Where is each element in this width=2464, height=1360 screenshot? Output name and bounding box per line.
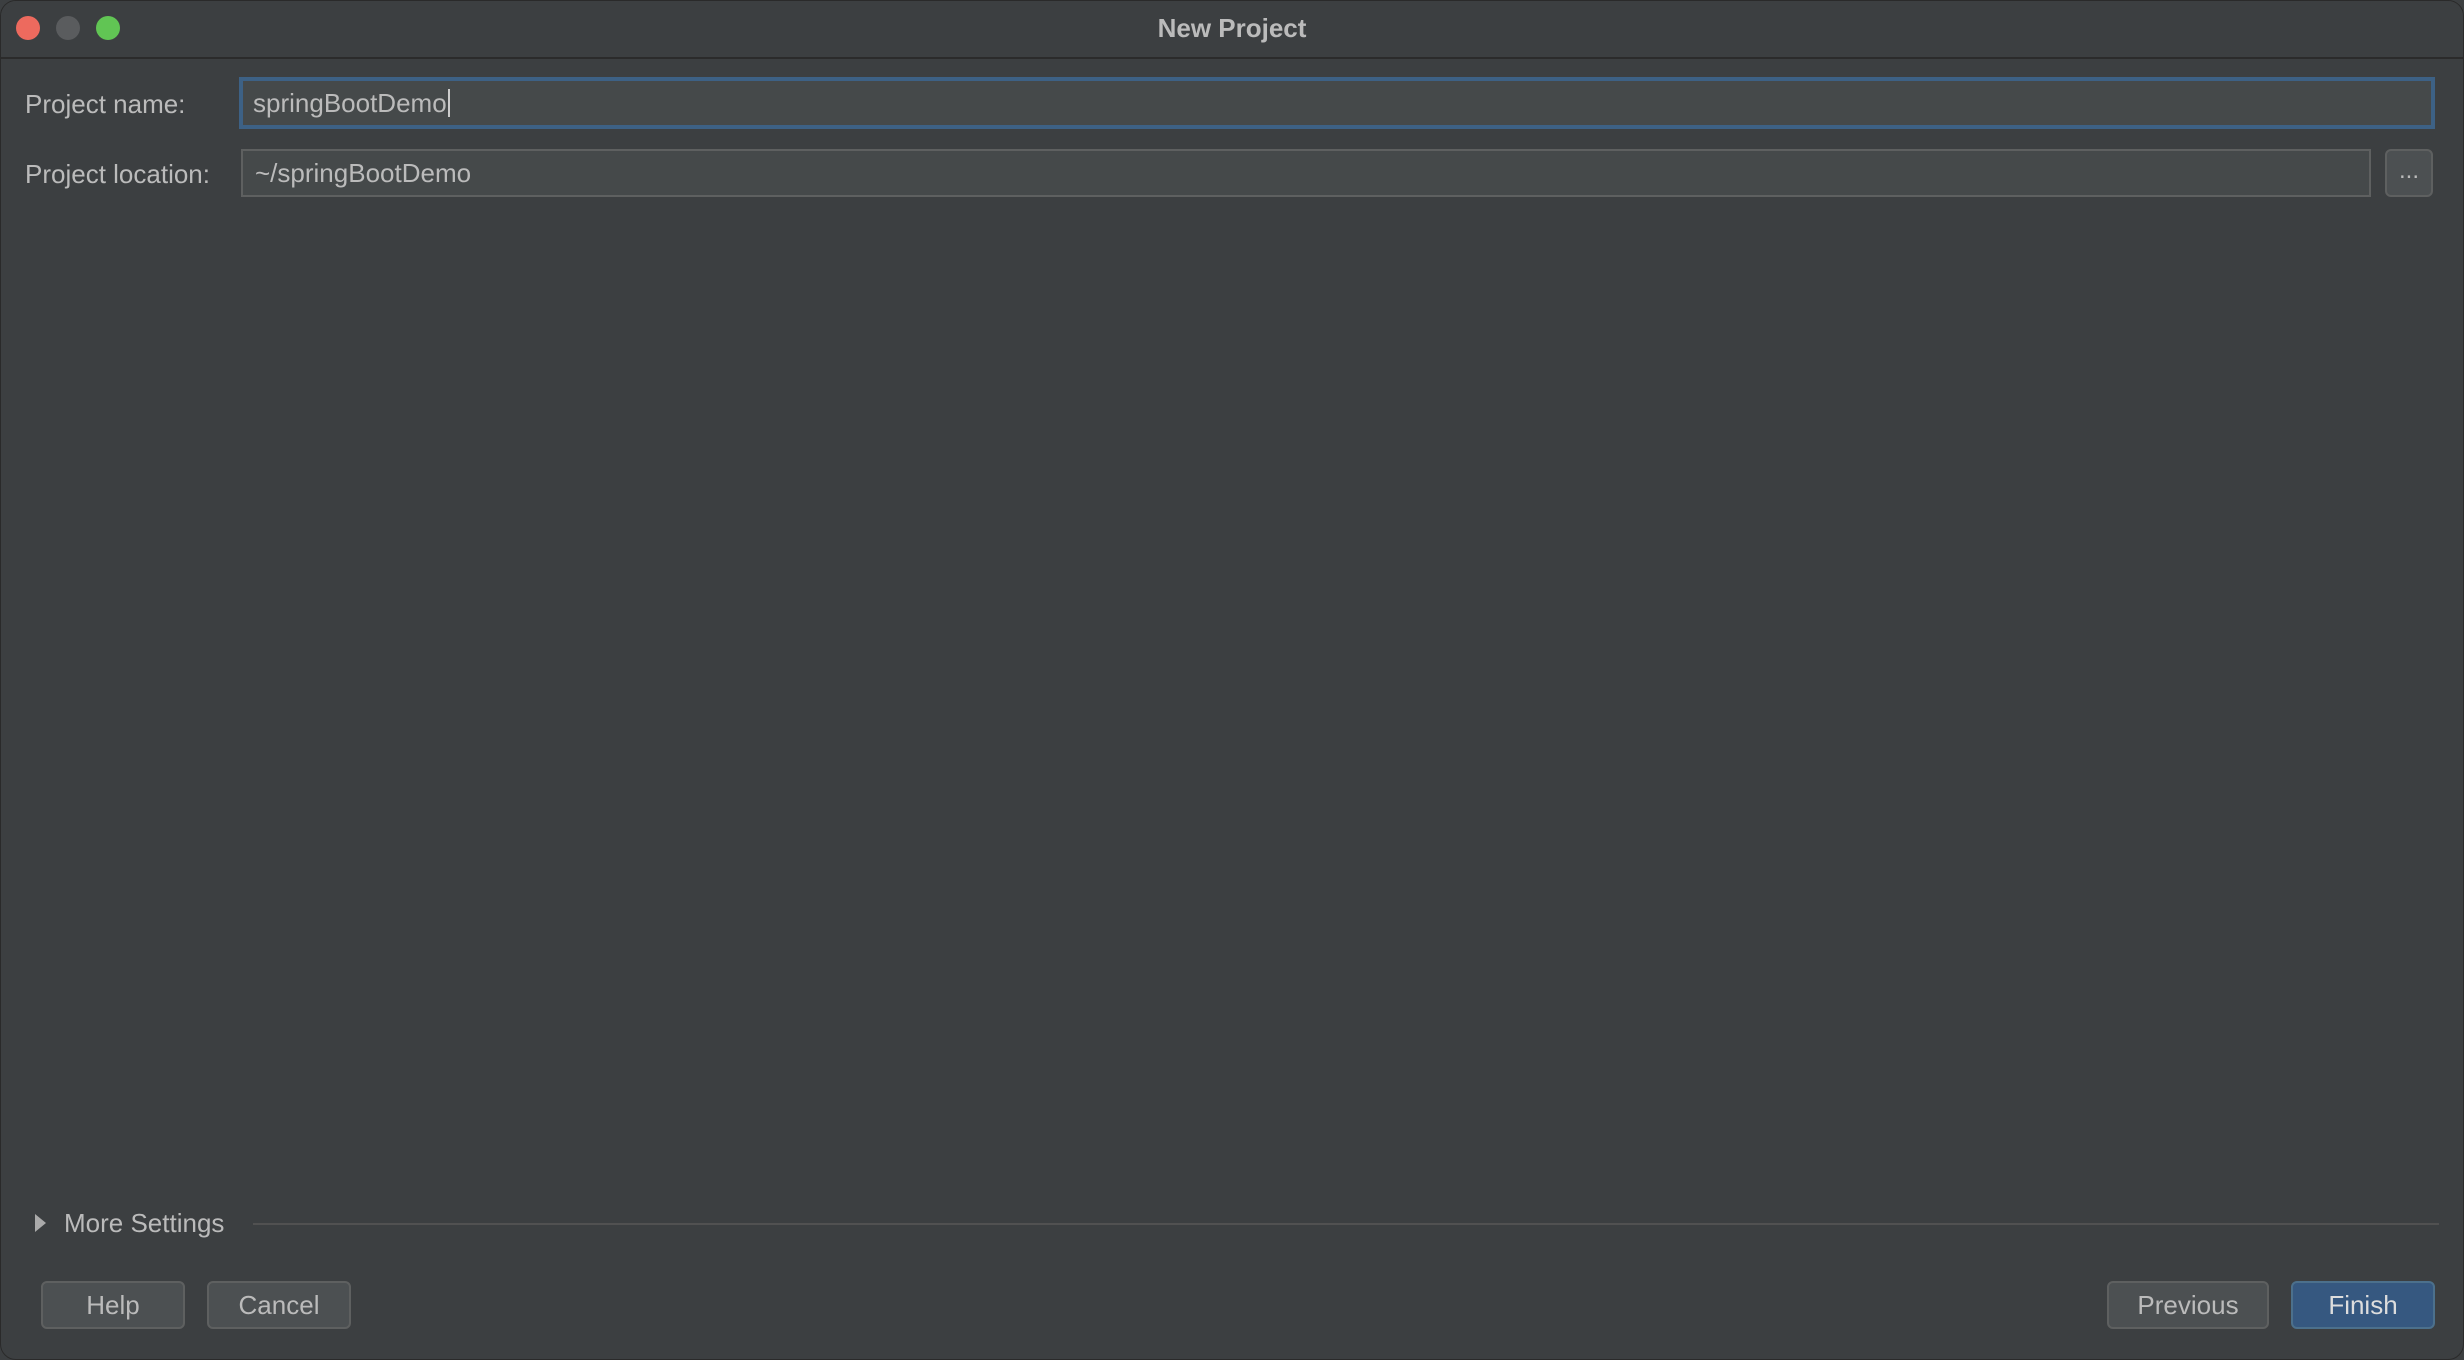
new-project-dialog: New Project Project name: springBootDemo… <box>0 0 2464 1360</box>
cancel-button[interactable]: Cancel <box>207 1281 351 1329</box>
triangle-right-icon <box>35 1214 46 1232</box>
previous-button[interactable]: Previous <box>2107 1281 2269 1329</box>
project-location-label: Project location: <box>25 159 210 189</box>
help-button[interactable]: Help <box>41 1281 185 1329</box>
project-name-value: springBootDemo <box>253 87 447 118</box>
project-location-input[interactable]: ~/springBootDemo <box>241 149 2371 197</box>
more-settings-toggle[interactable]: More Settings <box>35 1207 224 1239</box>
browse-location-button[interactable]: ... <box>2385 149 2433 197</box>
finish-button[interactable]: Finish <box>2291 1281 2435 1329</box>
title-bar[interactable]: New Project <box>1 1 2463 59</box>
text-caret <box>447 89 450 117</box>
project-name-input[interactable]: springBootDemo <box>239 77 2435 129</box>
window-title: New Project <box>1157 13 1307 43</box>
more-settings-label: More Settings <box>64 1207 225 1238</box>
project-location-value: ~/springBootDemo <box>255 157 472 188</box>
more-settings-divider <box>253 1223 2439 1225</box>
project-name-label: Project name: <box>25 89 186 119</box>
